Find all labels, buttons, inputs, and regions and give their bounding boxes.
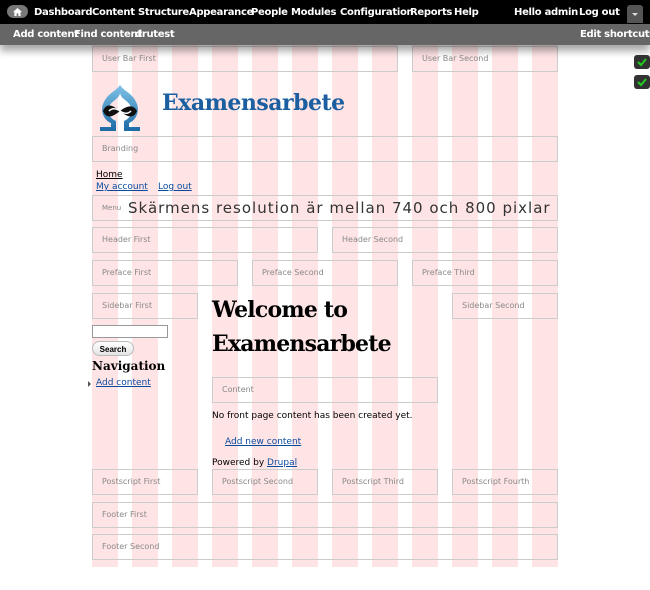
- resolution-notice: Skärmens resolution är mellan 740 och 80…: [128, 199, 551, 217]
- site-logo[interactable]: [97, 83, 143, 133]
- region-label: Postscript First: [102, 477, 161, 486]
- toolbar-item-configuration[interactable]: Configuration: [340, 0, 414, 24]
- page-title: Welcome to Examensarbete: [212, 297, 392, 357]
- add-new-content-link[interactable]: Add new content: [225, 437, 301, 447]
- shortcut-add-content[interactable]: Add content: [13, 24, 79, 45]
- toolbar-item-people[interactable]: People: [251, 0, 288, 24]
- region-branding: Branding: [92, 136, 558, 162]
- region-user-bar-first: User Bar First: [92, 46, 398, 72]
- region-label: Content: [222, 385, 254, 394]
- home-button[interactable]: [7, 5, 28, 18]
- greeting: Hello admin: [514, 0, 578, 24]
- admin-toolbar: Dashboard Content Structure Appearance P…: [0, 0, 650, 45]
- check-icon: [637, 78, 647, 87]
- powered-by: Powered by Drupal: [212, 458, 297, 468]
- edit-shortcuts-link[interactable]: Edit shortcuts: [580, 24, 650, 45]
- check-icon: [637, 58, 647, 67]
- toolbar-menu: Dashboard Content Structure Appearance P…: [0, 0, 650, 24]
- toolbar-item-reports[interactable]: Reports: [410, 0, 452, 24]
- region-label: Preface Third: [422, 268, 475, 277]
- region-label: Postscript Second: [222, 477, 294, 486]
- region-footer-second: Footer Second: [92, 534, 558, 560]
- toolbar-toggle[interactable]: [627, 5, 643, 23]
- log-out-link[interactable]: Log out: [158, 182, 192, 192]
- region-label: Postscript Third: [342, 477, 404, 486]
- toolbar-item-help[interactable]: Help: [454, 0, 479, 24]
- search-input[interactable]: [92, 325, 168, 338]
- region-label: Header First: [102, 235, 151, 244]
- region-preface-second: Preface Second: [252, 260, 398, 286]
- toolbar-logout[interactable]: Log out: [579, 0, 620, 24]
- check-button[interactable]: [634, 75, 650, 89]
- site-name[interactable]: Examensarbete: [162, 90, 345, 116]
- my-account-link[interactable]: My account: [96, 182, 148, 192]
- region-sidebar-first: Sidebar First: [92, 293, 198, 319]
- region-user-bar-second: User Bar Second: [412, 46, 558, 72]
- region-label: Sidebar Second: [462, 301, 525, 310]
- chevron-down-icon: [632, 13, 638, 16]
- check-button[interactable]: [634, 55, 650, 69]
- drupal-logo-icon: [100, 85, 140, 131]
- home-link[interactable]: Home: [96, 170, 123, 180]
- toolbar-item-content[interactable]: Content: [92, 0, 135, 24]
- region-sidebar-second: Sidebar Second: [452, 293, 558, 319]
- region-label: Sidebar First: [102, 301, 152, 310]
- region-content: Content: [212, 377, 438, 403]
- drupal-link[interactable]: Drupal: [267, 458, 297, 468]
- shortcut-drutest[interactable]: drutest: [135, 24, 175, 45]
- region-postscript-first: Postscript First: [92, 469, 198, 495]
- region-preface-first: Preface First: [92, 260, 238, 286]
- bullet-icon: [88, 381, 91, 387]
- toolbar-item-structure[interactable]: Structure: [138, 0, 189, 24]
- navigation-title: Navigation: [92, 359, 166, 373]
- region-label: Header Second: [342, 235, 404, 244]
- region-label: Preface First: [102, 268, 152, 277]
- region-header-second: Header Second: [332, 227, 558, 253]
- region-label: Branding: [102, 144, 139, 153]
- shortcuts-bar: Add content Find content drutest Edit sh…: [0, 24, 650, 45]
- powered-by-text: Powered by: [212, 458, 268, 468]
- toolbar-item-modules[interactable]: Modules: [291, 0, 336, 24]
- region-label: Preface Second: [262, 268, 324, 277]
- greeting-user[interactable]: admin: [545, 7, 579, 18]
- region-label: User Bar First: [102, 54, 156, 63]
- region-preface-third: Preface Third: [412, 260, 558, 286]
- greeting-prefix: Hello: [514, 7, 545, 18]
- region-label: Footer First: [102, 510, 147, 519]
- nav-item-add-content[interactable]: Add content: [96, 378, 151, 388]
- home-icon: [13, 7, 22, 16]
- region-label-menu: Menu: [102, 204, 122, 212]
- region-label: Footer Second: [102, 542, 160, 551]
- shortcut-find-content[interactable]: Find content: [74, 24, 142, 45]
- toolbar-item-appearance[interactable]: Appearance: [189, 0, 253, 24]
- region-postscript-third: Postscript Third: [332, 469, 438, 495]
- search-button[interactable]: Search: [92, 341, 134, 356]
- region-label: Postscript Fourth: [462, 477, 530, 486]
- region-postscript-fourth: Postscript Fourth: [452, 469, 558, 495]
- empty-message: No front page content has been created y…: [212, 411, 413, 421]
- region-label: User Bar Second: [422, 54, 489, 63]
- region-header-first: Header First: [92, 227, 318, 253]
- toolbar-item-dashboard[interactable]: Dashboard: [34, 0, 93, 24]
- region-footer-first: Footer First: [92, 502, 558, 528]
- region-postscript-second: Postscript Second: [212, 469, 318, 495]
